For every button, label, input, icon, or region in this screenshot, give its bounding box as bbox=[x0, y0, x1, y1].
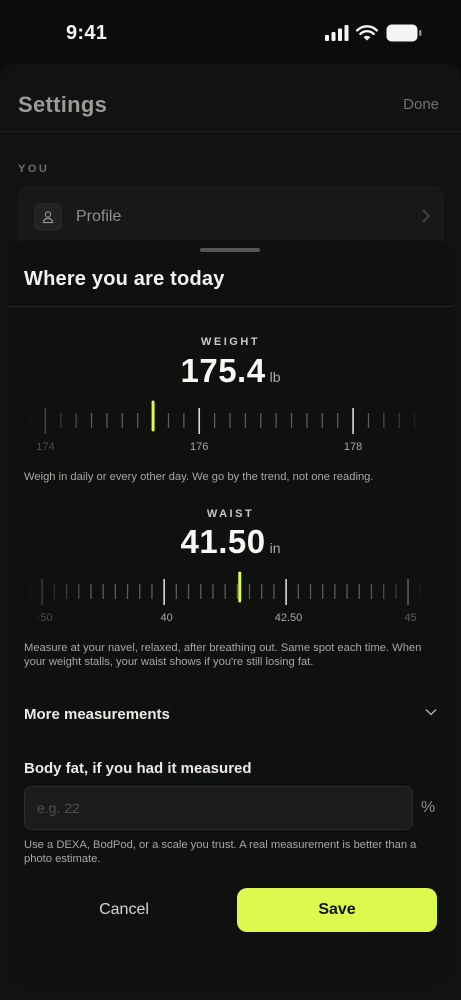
waist-ruler-scale[interactable]: ·50 40 42.50 45 bbox=[30, 571, 430, 631]
sheet-title: Where you are today bbox=[24, 268, 225, 290]
weight-label: WEIGHT bbox=[201, 336, 260, 348]
waist-ruler-tick-label: ·50 bbox=[37, 612, 53, 624]
waist-value: 41.50 bbox=[180, 523, 266, 560]
waist-ruler-tick-label: 42.50 bbox=[275, 612, 303, 624]
page-title: Settings bbox=[18, 92, 108, 117]
profile-icon-box bbox=[34, 203, 62, 231]
person-icon bbox=[42, 211, 54, 224]
status-time: 9:41 bbox=[66, 22, 108, 44]
chevron-down-icon bbox=[425, 708, 437, 716]
waist-ruler-tick-label: 40 bbox=[160, 612, 172, 624]
cancel-button[interactable]: Cancel bbox=[24, 888, 224, 932]
settings-item-label: Profile bbox=[76, 208, 122, 225]
battery-icon bbox=[386, 24, 422, 42]
weight-ruler-tick-label: 174 bbox=[36, 441, 54, 453]
weight-unit: lb bbox=[269, 369, 281, 385]
body-fat-input[interactable] bbox=[24, 786, 413, 830]
weight-value: 175.4 bbox=[180, 352, 266, 389]
waist-hint: Measure at your navel, relaxed, after br… bbox=[24, 642, 422, 668]
more-measurements-label: More measurements bbox=[24, 706, 170, 723]
waist-value-row: 41.50 in bbox=[8, 523, 453, 561]
weight-value-row: 175.4 lb bbox=[8, 352, 453, 390]
done-button[interactable]: Done bbox=[403, 96, 439, 113]
settings-header: Settings Done bbox=[0, 64, 461, 132]
more-measurements-toggle[interactable]: More measurements bbox=[8, 694, 453, 732]
body-fat-hint: Use a DEXA, BodPod, or a scale you trust… bbox=[24, 839, 417, 865]
measurement-sheet: Where you are today WEIGHT 175.4 lb 174 17… bbox=[8, 240, 453, 985]
body-fat-label: Body fat, if you had it measured bbox=[24, 760, 252, 777]
weight-ruler-tick-label: 176 bbox=[190, 441, 208, 453]
cellular-signal-icon bbox=[325, 25, 349, 41]
section-label-you: YOU bbox=[18, 163, 50, 175]
waist-ruler-tick-label: 45 bbox=[404, 612, 416, 624]
save-button[interactable]: Save bbox=[237, 888, 437, 932]
wifi-icon bbox=[356, 25, 378, 41]
waist-unit: in bbox=[269, 540, 281, 556]
divider bbox=[8, 306, 453, 307]
status-bar: 9:41 bbox=[0, 0, 461, 64]
chevron-right-icon bbox=[422, 209, 430, 223]
weight-hint: Weigh in daily or every other day. We go… bbox=[24, 471, 374, 483]
waist-label: WAIST bbox=[206, 508, 255, 520]
weight-ruler-tick-label: 178 bbox=[344, 441, 362, 453]
weight-ruler-scale[interactable]: 174 176 178 bbox=[30, 400, 430, 460]
body-fat-unit: % bbox=[421, 799, 436, 816]
weight-ruler[interactable]: 174 176 178 bbox=[30, 400, 430, 460]
screen: 9:41 Settings Done YOU Profile Where you… bbox=[0, 0, 461, 1000]
waist-ruler[interactable]: ·50 40 42.50 45 bbox=[30, 571, 430, 631]
sheet-grabber[interactable] bbox=[200, 248, 260, 252]
